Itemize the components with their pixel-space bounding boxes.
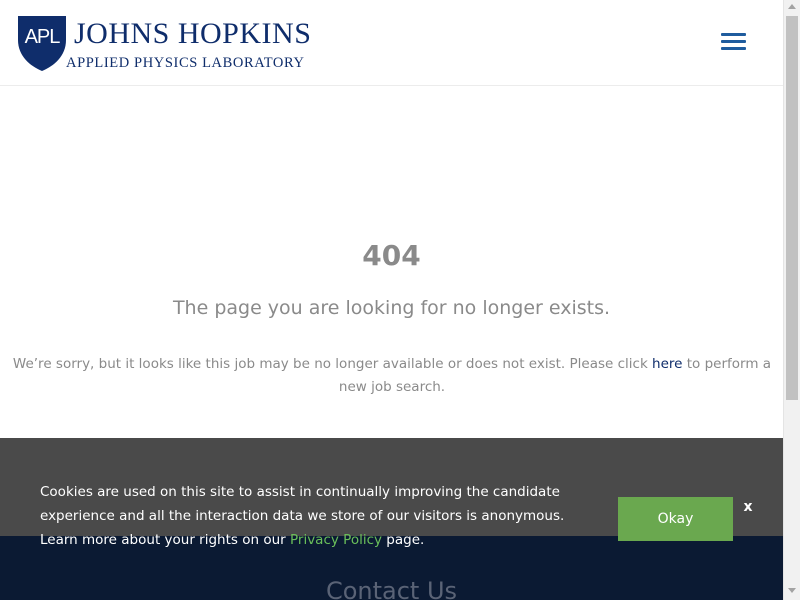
shield-text: APL — [24, 26, 61, 48]
hamburger-menu-icon[interactable] — [718, 30, 750, 54]
contact-heading: Contact Us — [325, 577, 458, 600]
error-heading: The page you are looking for no longer e… — [172, 297, 611, 319]
okay-button[interactable]: Okay — [618, 497, 733, 541]
cookie-banner: Cookies are used on this site to assist … — [0, 460, 783, 552]
new-job-search-link[interactable]: here — [652, 356, 682, 372]
menu-bar — [721, 40, 746, 43]
jhu-apl-logo-link[interactable]: APL JOHNS HOPKINS APPLIED PHYSICS LABORA… — [16, 14, 316, 72]
error-code: 404 — [362, 239, 421, 272]
error-message-text-before: We’re sorry, but it looks like this job … — [12, 356, 653, 372]
page: APL JOHNS HOPKINS APPLIED PHYSICS LABORA… — [0, 0, 800, 600]
menu-bar — [721, 47, 746, 50]
menu-bar — [721, 33, 746, 36]
scroll-up-arrow-icon[interactable] — [788, 4, 796, 9]
logo-subtitle: APPLIED PHYSICS LABORATORY — [66, 55, 305, 71]
cookie-text-after: page. — [382, 532, 425, 548]
error-message: We’re sorry, but it looks like this job … — [12, 353, 772, 399]
scroll-down-arrow-icon[interactable] — [788, 588, 796, 593]
cookie-message: Cookies are used on this site to assist … — [40, 480, 580, 552]
vertical-scrollbar[interactable] — [783, 0, 800, 600]
close-icon[interactable]: x — [741, 498, 755, 516]
site-header: APL JOHNS HOPKINS APPLIED PHYSICS LABORA… — [0, 0, 783, 86]
main-content: 404 The page you are looking for no long… — [0, 86, 783, 438]
logo-title: JOHNS HOPKINS — [74, 17, 312, 50]
scrollbar-thumb[interactable] — [786, 16, 798, 400]
privacy-policy-link[interactable]: Privacy Policy — [290, 532, 382, 548]
